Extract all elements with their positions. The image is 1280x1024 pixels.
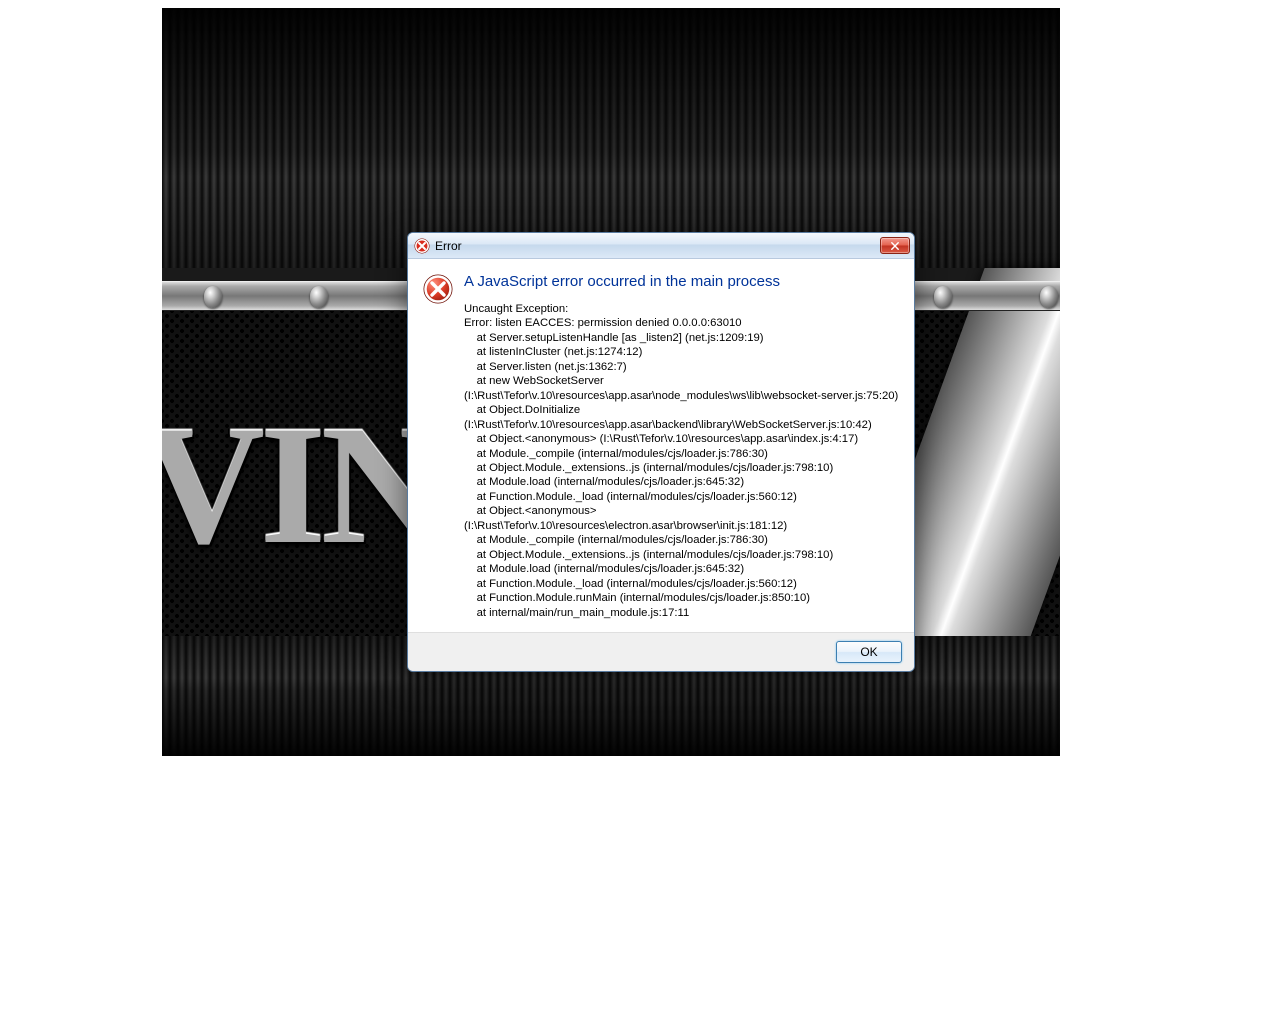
error-icon xyxy=(414,238,430,254)
dialog-body: A JavaScript error occurred in the main … xyxy=(408,259,914,632)
dialog-titlebar[interactable]: Error xyxy=(408,233,914,259)
dialog-footer: OK xyxy=(408,632,914,671)
dialog-title: Error xyxy=(435,239,880,253)
error-dialog: Error A JavaScript xyxy=(407,232,915,672)
error-stack-trace: Uncaught Exception: Error: listen EACCES… xyxy=(464,302,900,620)
ok-button[interactable]: OK xyxy=(836,641,902,663)
close-button[interactable] xyxy=(880,237,910,254)
dialog-heading: A JavaScript error occurred in the main … xyxy=(464,273,900,290)
bg-text-fragment: VIN xyxy=(162,388,439,583)
bg-metal-top xyxy=(162,8,1060,268)
error-icon-large xyxy=(422,273,454,305)
